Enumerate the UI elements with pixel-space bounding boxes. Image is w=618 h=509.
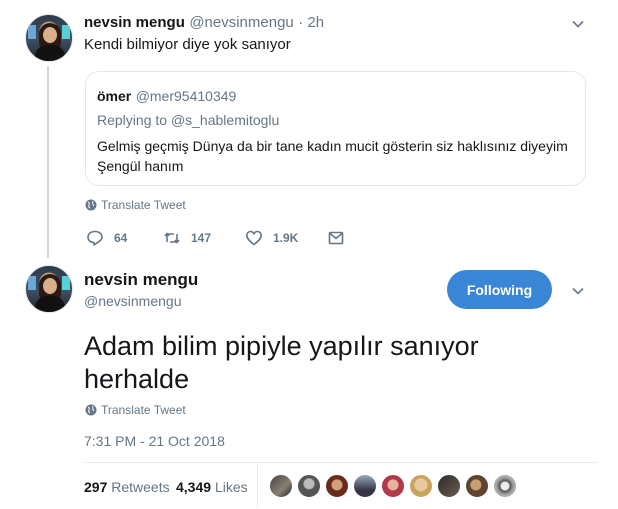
retweet-stats[interactable]: 297 Retweets xyxy=(84,479,170,495)
like-label: Likes xyxy=(214,479,248,495)
quoted-author-name: ömer xyxy=(97,88,132,104)
like-stats[interactable]: 4,349 Likes xyxy=(176,479,248,495)
reply-header: nevsin mengu @nevsinmengu · 2h xyxy=(84,14,324,32)
avatar[interactable] xyxy=(25,14,73,62)
author-name[interactable]: nevsin mengu xyxy=(84,270,198,290)
reply-count: 64 xyxy=(114,231,128,245)
quoted-text-line1: Gelmiş geçmiş Dünya da bir tane kadın mu… xyxy=(97,138,568,154)
translate-label: Translate Tweet xyxy=(101,403,186,417)
liker-avatar[interactable] xyxy=(437,474,461,498)
tweet-text: Adam bilim pipiyle yapılır sanıyor herha… xyxy=(84,331,479,394)
like-count: 1.9K xyxy=(273,231,299,245)
dm-action[interactable] xyxy=(327,229,345,247)
quoted-text-line2: Şengül hanım xyxy=(97,158,184,174)
quoted-tweet[interactable]: ömer @mer95410349 Replying to @s_hablemi… xyxy=(85,71,586,186)
globe-icon xyxy=(85,199,97,211)
dm-icon xyxy=(328,231,344,245)
reply-text: Kendi bilmiyor diye yok sanıyor xyxy=(84,36,291,53)
heart-icon xyxy=(245,230,263,246)
liker-avatar[interactable] xyxy=(297,474,321,498)
author-handle[interactable]: @nevsinmengu xyxy=(84,293,182,309)
liker-avatar[interactable] xyxy=(409,474,433,498)
reply-icon xyxy=(87,230,103,246)
thread-line xyxy=(47,66,49,258)
like-total: 4,349 xyxy=(176,479,212,495)
liker-avatar[interactable] xyxy=(353,474,377,498)
translate-label: Translate Tweet xyxy=(101,198,186,212)
translate-tweet-link[interactable]: Translate Tweet xyxy=(85,198,186,212)
stats-separator xyxy=(257,464,258,506)
avatar[interactable] xyxy=(25,265,73,313)
liker-avatar[interactable] xyxy=(381,474,405,498)
globe-icon xyxy=(85,404,97,416)
replying-prefix: Replying to xyxy=(97,112,171,128)
retweet-total: 297 xyxy=(84,479,108,495)
replying-to: Replying to @s_hablemitoglu xyxy=(97,112,279,128)
tweet-time[interactable]: · 2h xyxy=(298,14,324,31)
translate-tweet-link[interactable]: Translate Tweet xyxy=(85,403,186,417)
author-handle[interactable]: @nevsinmengu xyxy=(189,14,293,31)
author-name[interactable]: nevsin mengu xyxy=(84,14,185,31)
retweet-action[interactable]: 147 xyxy=(163,229,211,247)
retweet-count: 147 xyxy=(191,231,212,245)
following-button[interactable]: Following xyxy=(447,270,552,309)
retweet-icon xyxy=(164,232,180,244)
retweet-label: Retweets xyxy=(111,479,170,495)
quoted-author-handle: @mer95410349 xyxy=(135,88,237,104)
replying-to-handle: @s_hablemitoglu xyxy=(170,112,280,128)
liker-avatar[interactable] xyxy=(325,474,349,498)
divider xyxy=(84,462,598,463)
liker-avatar[interactable] xyxy=(465,474,489,498)
tweet-timestamp[interactable]: 7:31 PM - 21 Oct 2018 xyxy=(84,433,225,449)
chevron-down-icon[interactable] xyxy=(572,285,584,297)
like-action[interactable]: 1.9K xyxy=(245,229,298,247)
liker-avatar[interactable] xyxy=(269,474,293,498)
liker-avatar[interactable] xyxy=(493,474,517,498)
chevron-down-icon[interactable] xyxy=(572,18,584,30)
reply-action[interactable]: 64 xyxy=(86,229,127,247)
